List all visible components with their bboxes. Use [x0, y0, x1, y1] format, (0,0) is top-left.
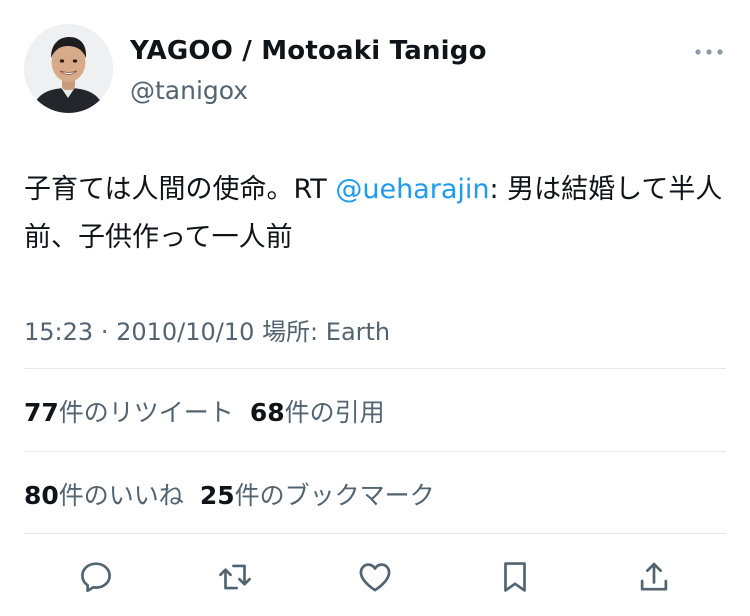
avatar[interactable]: [24, 24, 113, 113]
bookmark-button[interactable]: [494, 556, 536, 598]
mention-link[interactable]: @ueharajin: [335, 174, 489, 205]
tweet-time[interactable]: 15:23: [24, 318, 93, 346]
share-icon: [640, 562, 668, 591]
quotes-label: 件の引用: [284, 398, 385, 427]
retweet-icon: [219, 564, 251, 590]
divider: [24, 533, 726, 534]
avatar-image: [24, 24, 113, 113]
bookmarks-stat[interactable]: 25件のブックマーク: [200, 481, 435, 510]
stats-row-1: 77件のリツイート 68件の引用: [24, 393, 385, 429]
author-display-name[interactable]: YAGOO / Motoaki Tanigo: [130, 36, 487, 66]
tweet-text-before: 子育ては人間の使命。RT: [24, 174, 336, 205]
tweet-detail: YAGOO / Motoaki Tanigo @tanigox 子育ては人間の使…: [0, 0, 750, 616]
quotes-stat[interactable]: 68件の引用: [250, 398, 385, 427]
like-icon: [359, 563, 391, 592]
divider: [24, 451, 726, 452]
author-handle[interactable]: @tanigox: [130, 76, 248, 105]
likes-count: 80: [24, 481, 59, 510]
stats-row-2: 80件のいいね 25件のブックマーク: [24, 476, 435, 512]
reply-button[interactable]: [75, 556, 117, 598]
reply-icon: [81, 562, 111, 593]
tweet-location[interactable]: 場所: Earth: [262, 318, 390, 346]
retweet-button[interactable]: [214, 556, 256, 598]
divider: [24, 368, 726, 369]
more-options-icon[interactable]: [692, 40, 726, 64]
tweet-meta: 15:23 · 2010/10/10 場所: Earth: [24, 312, 390, 347]
retweets-stat[interactable]: 77件のリツイート: [24, 398, 234, 427]
tweet-date[interactable]: 2010/10/10: [116, 318, 254, 346]
retweets-count: 77: [24, 398, 59, 427]
likes-stat[interactable]: 80件のいいね: [24, 481, 184, 510]
meta-separator: ·: [100, 318, 109, 346]
quotes-count: 68: [249, 398, 285, 427]
likes-label: 件のいいね: [58, 481, 184, 510]
bookmarks-count: 25: [199, 481, 235, 510]
share-button[interactable]: [633, 556, 675, 598]
tweet-text: 子育ては人間の使命。RT @ueharajin: 男は結婚して半人前、子供作って…: [24, 166, 724, 262]
retweets-label: 件のリツイート: [58, 398, 234, 427]
like-button[interactable]: [354, 556, 396, 598]
bookmark-icon: [504, 562, 526, 592]
bookmarks-label: 件のブックマーク: [234, 481, 435, 510]
